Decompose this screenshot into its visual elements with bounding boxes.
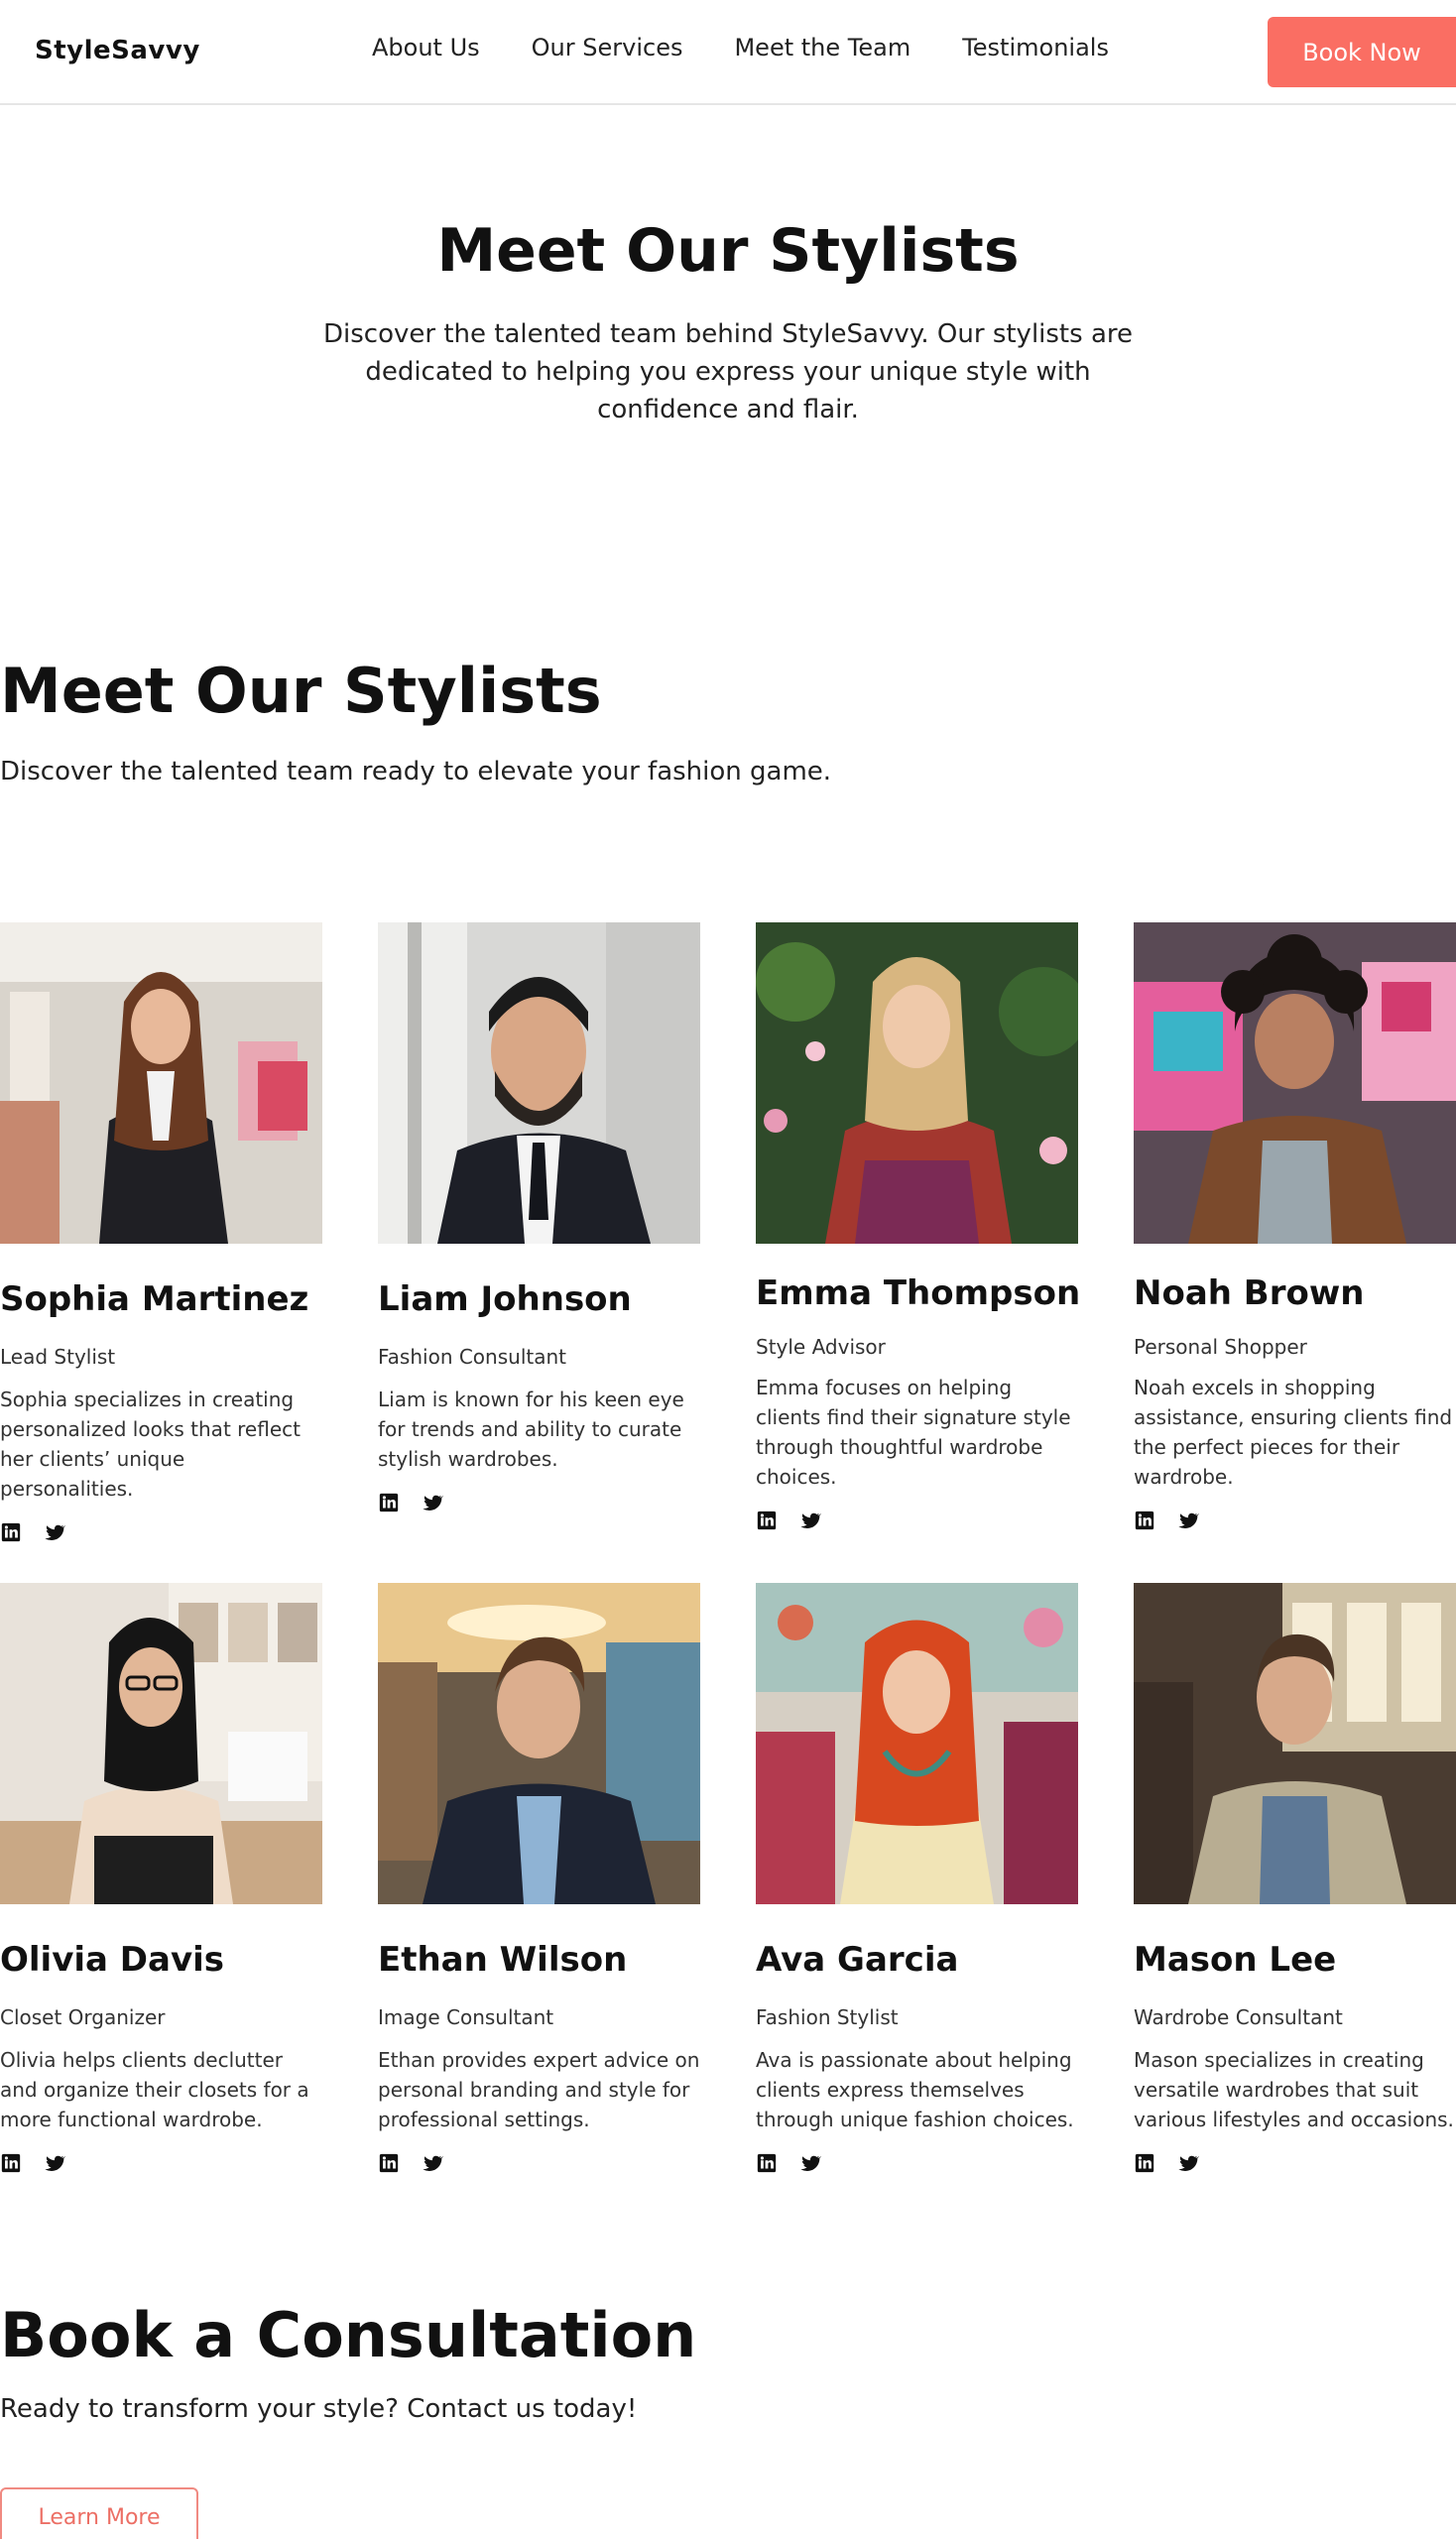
stylist-photo (1134, 1583, 1456, 1904)
logo[interactable]: StyleSavvy (35, 36, 200, 65)
hero-description: Discover the talented team behind StyleS… (322, 319, 1133, 424)
nav-about-us[interactable]: About Us (372, 34, 480, 61)
stylist-role: Lead Stylist (0, 1345, 116, 1369)
stylist-role: Style Advisor (756, 1335, 886, 1359)
twitter-icon[interactable] (422, 1492, 445, 1515)
social-links (0, 1521, 322, 1545)
social-links (378, 2152, 700, 2176)
social-links (1134, 2152, 1456, 2176)
stylist-role: Wardrobe Consultant (1134, 2005, 1343, 2029)
stylist-card: Liam Johnson Fashion Consultant Liam is … (378, 922, 700, 1515)
twitter-icon[interactable] (799, 1510, 823, 1533)
stylist-photo (0, 922, 322, 1244)
stylist-bio: Sophia specializes in creating personali… (0, 1388, 301, 1501)
main-nav: About Us Our Services Meet the Team Test… (372, 34, 1109, 61)
social-links (1134, 1510, 1456, 1533)
stylist-photo (1134, 922, 1456, 1244)
stylist-name: Emma Thompson (756, 1273, 1081, 1313)
stylist-bio: Liam is known for his keen eye for trend… (378, 1388, 684, 1471)
portrait-image (378, 922, 700, 1244)
linkedin-icon[interactable] (756, 2152, 780, 2176)
stylist-role: Personal Shopper (1134, 1335, 1307, 1359)
stylist-photo (378, 922, 700, 1244)
twitter-icon[interactable] (44, 2152, 67, 2176)
portrait-image (1134, 1583, 1456, 1904)
stylist-bio: Noah excels in shopping assistance, ensu… (1134, 1376, 1453, 1489)
stylist-name: Olivia Davis (0, 1940, 225, 1980)
twitter-icon[interactable] (1177, 1510, 1201, 1533)
portrait-image (1134, 922, 1456, 1244)
stylist-photo (0, 1583, 322, 1904)
stylist-name: Mason Lee (1134, 1940, 1337, 1980)
stylist-photo (756, 1583, 1078, 1904)
nav-our-services[interactable]: Our Services (532, 34, 683, 61)
stylist-card: Mason Lee Wardrobe Consultant Mason spec… (1134, 1583, 1456, 2176)
portrait-image (378, 1583, 700, 1904)
linkedin-icon[interactable] (0, 2152, 24, 2176)
stylist-card: Sophia Martinez Lead Stylist Sophia spec… (0, 922, 322, 1545)
stylist-name: Liam Johnson (378, 1279, 632, 1319)
stylist-name: Ethan Wilson (378, 1940, 628, 1980)
hero-title: Meet Our Stylists (436, 216, 1020, 286)
stylist-bio: Emma focuses on helping clients find the… (756, 1376, 1071, 1489)
stylist-card: Noah Brown Personal Shopper Noah excels … (1134, 922, 1456, 1533)
portrait-image (0, 1583, 322, 1904)
stylist-role: Fashion Consultant (378, 1345, 566, 1369)
twitter-icon[interactable] (799, 2152, 823, 2176)
twitter-icon[interactable] (44, 1521, 67, 1545)
linkedin-icon[interactable] (1134, 1510, 1157, 1533)
linkedin-icon[interactable] (378, 1492, 402, 1515)
stylist-photo (756, 922, 1078, 1244)
stylist-card: Olivia Davis Closet Organizer Olivia hel… (0, 1583, 322, 2176)
stylist-photo (378, 1583, 700, 1904)
team-section-description: Discover the talented team ready to elev… (0, 757, 832, 786)
nav-testimonials[interactable]: Testimonials (962, 34, 1109, 61)
stylist-card: Ethan Wilson Image Consultant Ethan prov… (378, 1583, 700, 2176)
stylist-bio: Olivia helps clients declutter and organ… (0, 2048, 309, 2131)
stylist-name: Ava Garcia (756, 1940, 959, 1980)
portrait-image (756, 922, 1078, 1244)
book-now-button[interactable]: Book Now (1268, 17, 1456, 87)
social-links (756, 1510, 1078, 1533)
nav-meet-the-team[interactable]: Meet the Team (734, 34, 910, 61)
stylist-name: Sophia Martinez (0, 1279, 309, 1319)
stylist-name: Noah Brown (1134, 1273, 1365, 1313)
book-section-description: Ready to transform your style? Contact u… (0, 2394, 638, 2424)
stylist-bio: Ethan provides expert advice on personal… (378, 2048, 700, 2131)
linkedin-icon[interactable] (0, 1521, 24, 1545)
social-links (0, 2152, 322, 2176)
learn-more-button[interactable]: Learn More (0, 2487, 198, 2539)
portrait-image (0, 922, 322, 1244)
linkedin-icon[interactable] (756, 1510, 780, 1533)
stylist-bio: Ava is passionate about helping clients … (756, 2048, 1074, 2131)
site-header: StyleSavvy About Us Our Services Meet th… (0, 0, 1456, 105)
social-links (756, 2152, 1078, 2176)
stylist-role: Image Consultant (378, 2005, 554, 2029)
stylist-role: Fashion Stylist (756, 2005, 899, 2029)
stylist-role: Closet Organizer (0, 2005, 166, 2029)
book-section-title: Book a Consultation (0, 2299, 697, 2371)
linkedin-icon[interactable] (1134, 2152, 1157, 2176)
team-section-title: Meet Our Stylists (0, 655, 602, 727)
stylist-bio: Mason specializes in creating versatile … (1134, 2048, 1454, 2131)
stylist-card: Emma Thompson Style Advisor Emma focuses… (756, 922, 1081, 1533)
stylist-card: Ava Garcia Fashion Stylist Ava is passio… (756, 1583, 1078, 2176)
twitter-icon[interactable] (422, 2152, 445, 2176)
twitter-icon[interactable] (1177, 2152, 1201, 2176)
social-links (378, 1492, 700, 1515)
linkedin-icon[interactable] (378, 2152, 402, 2176)
portrait-image (756, 1583, 1078, 1904)
